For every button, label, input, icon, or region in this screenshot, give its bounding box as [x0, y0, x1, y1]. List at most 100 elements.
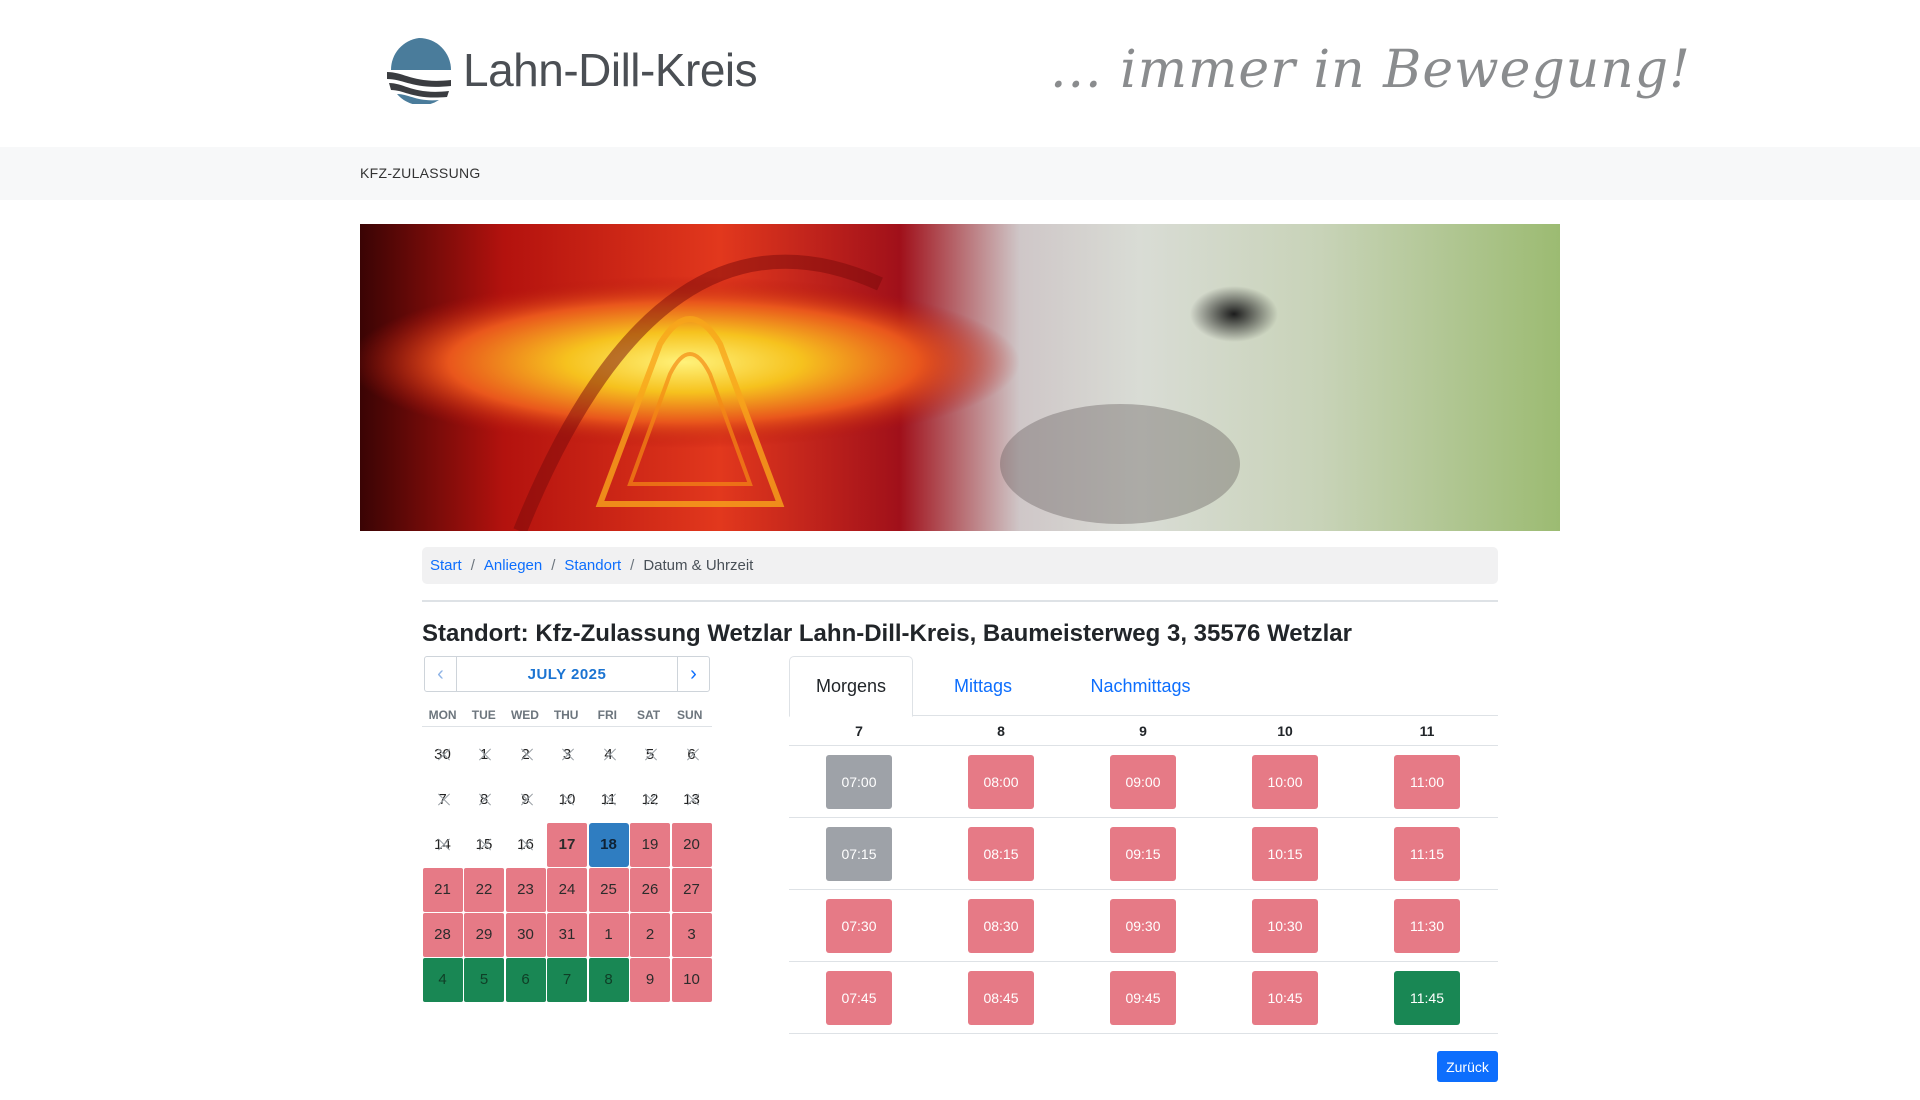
- hour-header: 9: [1139, 723, 1147, 739]
- time-slot-button[interactable]: 08:45: [968, 971, 1034, 1025]
- calendar-day[interactable]: 24: [547, 867, 587, 912]
- time-slot-button[interactable]: 10:15: [1252, 827, 1318, 881]
- calendar-day[interactable]: 29: [464, 912, 504, 957]
- site-header: Lahn-Dill-Kreis ... immer in Bewegung!: [0, 0, 1920, 147]
- time-slot-button[interactable]: 08:00: [968, 755, 1034, 809]
- hour-header: 11: [1419, 723, 1435, 739]
- calendar-day[interactable]: 31: [547, 912, 587, 957]
- time-slot-button[interactable]: 11:45: [1394, 971, 1460, 1025]
- calendar-header: ‹ JULY 2025 ›: [424, 656, 710, 692]
- time-slot-button[interactable]: 08:15: [968, 827, 1034, 881]
- hour-header-row: 7 8 9 10 11: [789, 716, 1498, 746]
- time-slot-row: 07:45 08:45 09:45 10:45 11:45: [789, 962, 1498, 1034]
- calendar-day[interactable]: 23: [505, 867, 546, 912]
- time-slot-button[interactable]: 10:45: [1252, 971, 1318, 1025]
- calendar-day[interactable]: 6: [505, 957, 546, 1002]
- time-slot-button[interactable]: 10:30: [1252, 899, 1318, 953]
- calendar-day[interactable]: 18: [588, 822, 629, 867]
- calendar-day: 11: [589, 778, 629, 822]
- calendar-day[interactable]: 2: [630, 912, 670, 957]
- calendar-days-grid: 30 1 2 3 4 5 6 7 8 9 10 11 12 13 14 15 16 17 18 19 20 21 22 23 2…: [422, 732, 712, 1002]
- time-slot-button[interactable]: 11:30: [1394, 899, 1460, 953]
- time-slot-row: 07:15 08:15 09:15 10:15 11:15: [789, 818, 1498, 890]
- calendar-day[interactable]: 10: [671, 957, 712, 1002]
- calendar-day[interactable]: 26: [630, 867, 670, 912]
- breadcrumb-anliegen[interactable]: Anliegen: [484, 557, 542, 574]
- calendar-day: 3: [547, 733, 587, 777]
- time-slot-button[interactable]: 10:00: [1252, 755, 1318, 809]
- time-of-day-tabs: Morgens Mittags Nachmittags: [789, 656, 1498, 717]
- tab-nachmittags[interactable]: Nachmittags: [1053, 656, 1228, 717]
- calendar-day: 1: [464, 733, 504, 777]
- time-slot-button[interactable]: 09:00: [1110, 755, 1176, 809]
- calendar-day[interactable]: 4: [422, 957, 463, 1002]
- time-slot-button[interactable]: 07:45: [826, 971, 892, 1025]
- slogan: ... immer in Bewegung!: [1050, 40, 1691, 100]
- tab-morgens[interactable]: Morgens: [789, 656, 913, 717]
- calendar-day[interactable]: 17: [547, 822, 587, 867]
- calendar-day: 14: [423, 823, 463, 867]
- logo-emblem-icon: [387, 38, 451, 104]
- calendar-day: 30: [423, 733, 463, 777]
- calendar-day[interactable]: 9: [630, 957, 670, 1002]
- divider: [422, 600, 1498, 602]
- calendar-day: 5: [630, 733, 670, 777]
- time-slot-button: 07:00: [826, 755, 892, 809]
- tail-light-image: [360, 224, 1560, 531]
- calendar-month-label[interactable]: JULY 2025: [457, 657, 677, 691]
- calendar-day[interactable]: 30: [505, 912, 546, 957]
- time-slot-button[interactable]: 07:30: [826, 899, 892, 953]
- weekday-header: MON: [428, 708, 457, 722]
- calendar-day[interactable]: 20: [671, 822, 712, 867]
- nav-item-kfz-zulassung[interactable]: KFZ-ZULASSUNG: [360, 165, 481, 181]
- breadcrumb-current: Datum & Uhrzeit: [643, 557, 754, 574]
- breadcrumb-start[interactable]: Start: [430, 557, 462, 574]
- weekday-header: FRI: [597, 708, 618, 722]
- chevron-left-icon[interactable]: ‹: [425, 657, 457, 691]
- calendar-day[interactable]: 27: [671, 867, 712, 912]
- calendar-weekdays: MON TUE WED THU FRI SAT SUN: [422, 708, 712, 727]
- chevron-right-icon[interactable]: ›: [677, 657, 709, 691]
- time-slot-button[interactable]: 08:30: [968, 899, 1034, 953]
- calendar-day[interactable]: 19: [630, 822, 670, 867]
- tab-mittags[interactable]: Mittags: [913, 656, 1053, 717]
- calendar-day[interactable]: 5: [464, 957, 504, 1002]
- calendar-day: 4: [589, 733, 629, 777]
- hour-header: 8: [997, 723, 1005, 739]
- weekday-header: SAT: [636, 708, 661, 722]
- calendar-day[interactable]: 28: [422, 912, 463, 957]
- page-title: Standort: Kfz-Zulassung Wetzlar Lahn-Dil…: [422, 620, 1352, 647]
- calendar-day: 13: [672, 778, 712, 822]
- site-logo[interactable]: Lahn-Dill-Kreis: [383, 36, 758, 104]
- time-slot-button[interactable]: 11:15: [1394, 827, 1460, 881]
- top-navbar: KFZ-ZULASSUNG: [0, 147, 1920, 200]
- breadcrumb-separator: /: [470, 557, 475, 574]
- weekday-header: TUE: [471, 708, 496, 722]
- calendar-day[interactable]: 22: [464, 867, 504, 912]
- weekday-header: WED: [510, 708, 539, 722]
- time-slot-button[interactable]: 09:15: [1110, 827, 1176, 881]
- logo-text: Lahn-Dill-Kreis: [463, 44, 758, 96]
- calendar-day[interactable]: 25: [588, 867, 629, 912]
- time-slot-button: 07:15: [826, 827, 892, 881]
- calendar-day[interactable]: 7: [547, 957, 587, 1002]
- breadcrumb: Start / Anliegen / Standort / Datum & Uh…: [422, 547, 1498, 584]
- calendar-day[interactable]: 21: [422, 867, 463, 912]
- hour-header: 10: [1277, 723, 1293, 739]
- calendar-day: 2: [506, 733, 546, 777]
- back-button[interactable]: Zurück: [1437, 1051, 1498, 1082]
- breadcrumb-separator: /: [551, 557, 556, 574]
- calendar-day[interactable]: 3: [671, 912, 712, 957]
- calendar-day[interactable]: 8: [588, 957, 629, 1002]
- weekday-header: THU: [553, 708, 579, 722]
- time-slot-row: 07:00 08:00 09:00 10:00 11:00: [789, 746, 1498, 818]
- weekday-header: SUN: [677, 708, 703, 722]
- calendar-day: 6: [672, 733, 712, 777]
- time-slot-button[interactable]: 11:00: [1394, 755, 1460, 809]
- time-slot-button[interactable]: 09:30: [1110, 899, 1176, 953]
- hero-banner-image: [360, 224, 1560, 531]
- calendar-day[interactable]: 1: [588, 912, 629, 957]
- calendar-day: 9: [506, 778, 546, 822]
- breadcrumb-standort[interactable]: Standort: [564, 557, 621, 574]
- time-slot-button[interactable]: 09:45: [1110, 971, 1176, 1025]
